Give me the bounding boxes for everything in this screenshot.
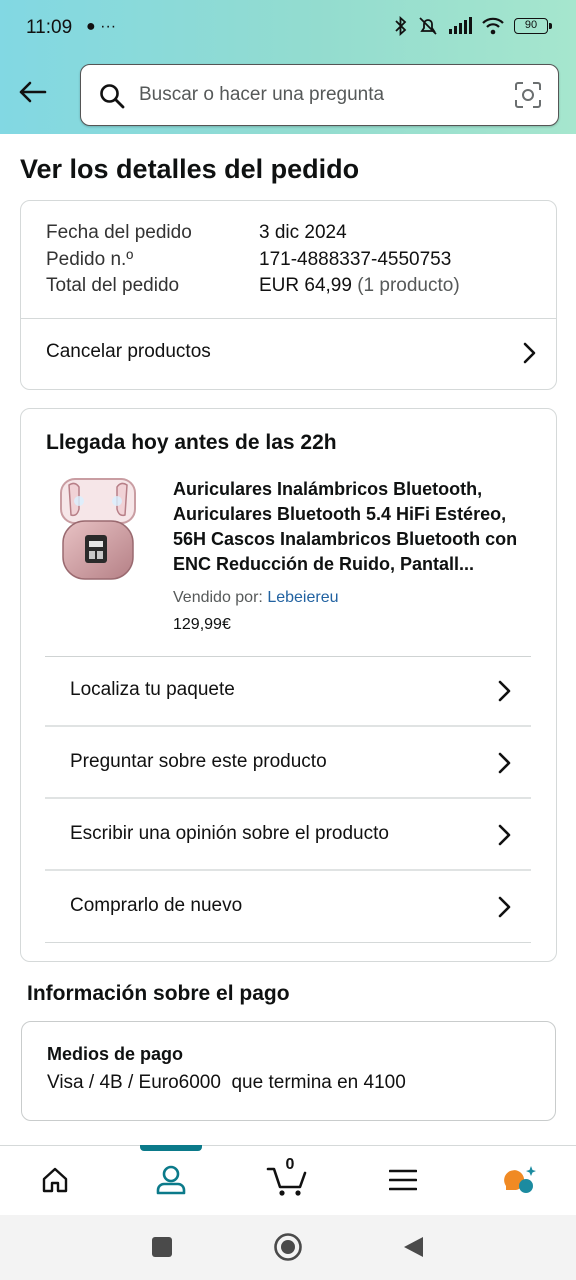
payment-methods-title: Medios de pago bbox=[47, 1044, 184, 1064]
buy-again-link[interactable]: Comprarlo de nuevo bbox=[45, 873, 531, 943]
cancel-products-link[interactable]: Cancelar productos bbox=[21, 319, 556, 389]
chevron-right-icon bbox=[498, 680, 511, 702]
home-icon bbox=[42, 1167, 68, 1193]
seller-label: Vendido por: bbox=[173, 589, 263, 606]
product-price: 129,99€ bbox=[173, 616, 231, 633]
chevron-right-icon bbox=[498, 896, 511, 918]
chevron-right-icon bbox=[523, 342, 536, 364]
payment-methods-value: Visa / 4B / Euro6000 que termina en 4100 bbox=[47, 1072, 406, 1093]
track-package-label: Localiza tu paquete bbox=[70, 679, 235, 700]
order-date-row: Fecha del pedido 3 dic 2024 bbox=[46, 222, 347, 244]
cart-count: 0 bbox=[285, 1156, 295, 1173]
camera-scan-icon[interactable] bbox=[514, 81, 542, 109]
nav-assistant[interactable] bbox=[500, 1160, 540, 1200]
recent-apps-button[interactable] bbox=[151, 1236, 173, 1258]
order-summary-card: Fecha del pedido 3 dic 2024 Pedido n.º 1… bbox=[20, 200, 557, 390]
status-icons: 90 bbox=[394, 16, 552, 36]
signal-icon bbox=[449, 17, 472, 34]
ask-product-question-link[interactable]: Preguntar sobre este producto bbox=[45, 729, 531, 799]
nav-home[interactable] bbox=[35, 1160, 75, 1200]
order-number-row: Pedido n.º 171-4888337-4550753 bbox=[46, 249, 451, 271]
order-total-row: Total del pedido EUR 64,99 (1 producto) bbox=[46, 275, 460, 297]
status-bar: 11:09 ● ··· 90 bbox=[0, 0, 576, 56]
order-total-amount: EUR 64,99 bbox=[259, 275, 352, 296]
seller-link[interactable]: Lebeiereu bbox=[267, 589, 338, 606]
divider bbox=[45, 942, 531, 943]
order-total-count: (1 producto) bbox=[357, 275, 460, 296]
order-total-value: EUR 64,99 (1 producto) bbox=[259, 275, 460, 297]
divider bbox=[45, 725, 531, 727]
back-system-button[interactable] bbox=[402, 1235, 424, 1259]
bluetooth-icon bbox=[395, 16, 407, 36]
order-date-value: 3 dic 2024 bbox=[259, 222, 347, 243]
bottom-navigation: 0 bbox=[0, 1145, 576, 1215]
nav-cart[interactable]: 0 bbox=[266, 1156, 308, 1200]
product-image[interactable] bbox=[57, 475, 139, 585]
track-package-link[interactable]: Localiza tu paquete bbox=[45, 657, 531, 727]
home-button[interactable] bbox=[273, 1232, 303, 1262]
mute-icon bbox=[419, 17, 437, 35]
nav-profile[interactable] bbox=[151, 1160, 191, 1200]
divider bbox=[45, 869, 531, 871]
order-date-label: Fecha del pedido bbox=[46, 222, 192, 243]
order-number-label: Pedido n.º bbox=[46, 249, 134, 270]
battery-icon: 90 bbox=[514, 18, 552, 34]
search-icon bbox=[100, 84, 125, 109]
search-input[interactable]: Buscar o hacer una pregunta bbox=[139, 84, 384, 106]
page-title: Ver los detalles del pedido bbox=[20, 154, 360, 184]
divider bbox=[45, 797, 531, 799]
back-arrow-icon bbox=[19, 81, 47, 103]
status-time: 11:09 bbox=[26, 17, 73, 38]
active-tab-indicator bbox=[140, 1145, 202, 1151]
buy-again-label: Comprarlo de nuevo bbox=[70, 895, 243, 916]
delivery-status: Llegada hoy antes de las 22h bbox=[46, 431, 337, 454]
write-review-link[interactable]: Escribir una opinión sobre el producto bbox=[45, 801, 531, 871]
search-bar[interactable]: Buscar o hacer una pregunta bbox=[80, 64, 559, 126]
product-title[interactable]: Auriculares Inalámbricos Bluetooth, Auri… bbox=[173, 477, 543, 577]
order-total-label: Total del pedido bbox=[46, 275, 180, 296]
user-icon bbox=[156, 1165, 186, 1195]
assistant-icon bbox=[504, 1166, 536, 1193]
back-button[interactable] bbox=[14, 74, 50, 110]
chevron-right-icon bbox=[498, 824, 511, 846]
shipment-card: Llegada hoy antes de las 22h Auriculares… bbox=[20, 408, 557, 962]
order-number-value: 171-4888337-4550753 bbox=[259, 249, 452, 270]
cancel-products-label: Cancelar productos bbox=[46, 341, 211, 362]
nav-menu[interactable] bbox=[383, 1160, 423, 1200]
write-review-label: Escribir una opinión sobre el producto bbox=[70, 823, 389, 844]
menu-icon bbox=[389, 1169, 417, 1191]
wifi-icon bbox=[482, 17, 504, 35]
system-navigation-bar bbox=[0, 1215, 576, 1280]
seller-info: Vendido por: Lebeiereu bbox=[173, 589, 338, 607]
notification-icons: ● ··· bbox=[86, 18, 117, 35]
payment-methods-card[interactable]: Medios de pago Visa / 4B / Euro6000 que … bbox=[21, 1021, 556, 1121]
app-header: 11:09 ● ··· 90 Buscar o hacer una pregun… bbox=[0, 0, 576, 134]
chevron-right-icon bbox=[498, 752, 511, 774]
payment-section-title: Información sobre el pago bbox=[27, 982, 290, 1005]
ask-product-question-label: Preguntar sobre este producto bbox=[70, 751, 327, 772]
